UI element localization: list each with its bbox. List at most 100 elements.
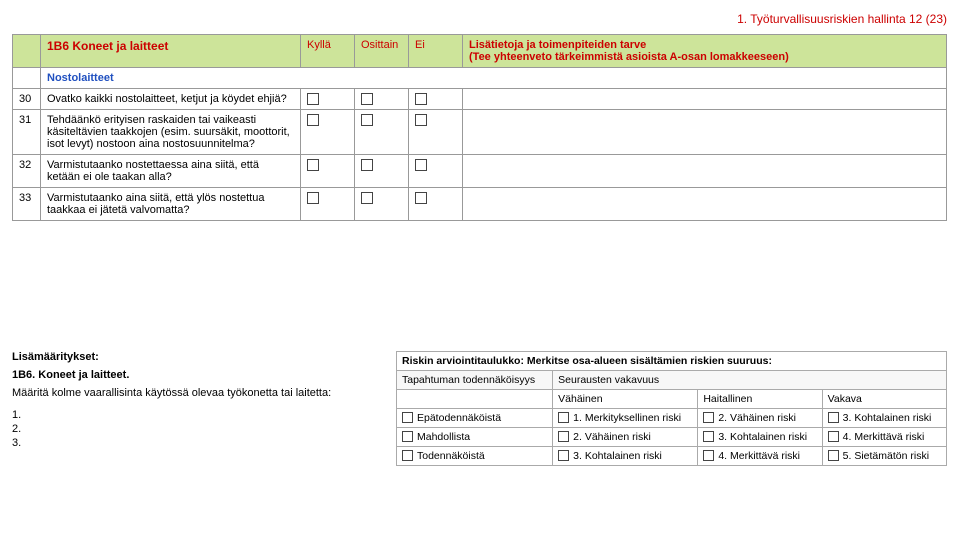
- main-table: 1B6 Koneet ja laitteet Kyllä Osittain Ei…: [12, 34, 947, 221]
- risk-title: Riskin arviointitaulukko: Merkitse osa-a…: [397, 352, 947, 371]
- checkbox-prob[interactable]: [402, 412, 413, 423]
- risk-cell: 2. Vähäinen riski: [553, 428, 698, 447]
- checkbox-risk[interactable]: [558, 412, 569, 423]
- checkbox-risk[interactable]: [703, 412, 714, 423]
- lower-section: Lisämääritykset: 1B6. Koneet ja laitteet…: [12, 351, 947, 466]
- row-question: Varmistutaanko nostettaessa aina siitä, …: [41, 155, 301, 188]
- row-info[interactable]: [463, 110, 947, 155]
- list-item-1[interactable]: 1.: [12, 409, 372, 421]
- blank-head: [397, 390, 553, 409]
- row-num: 31: [13, 110, 41, 155]
- subsection-title: Nostolaitteet: [41, 68, 947, 89]
- hdr-blank: [13, 35, 41, 68]
- sect-blank: [13, 68, 41, 89]
- checkbox-prob[interactable]: [402, 450, 413, 461]
- checkbox-no[interactable]: [415, 93, 427, 105]
- checkbox-risk[interactable]: [828, 431, 839, 442]
- prob-cell: Epätodennäköistä: [397, 409, 553, 428]
- risk-cell: 4. Merkittävä riski: [822, 428, 946, 447]
- additional-sub: 1B6. Koneet ja laitteet.: [12, 369, 372, 381]
- cb-partial-cell: [355, 110, 409, 155]
- lower-right: Riskin arviointitaulukko: Merkitse osa-a…: [396, 351, 947, 466]
- row-question: Ovatko kaikki nostolaitteet, ketjut ja k…: [41, 89, 301, 110]
- sev-label: Seurausten vakavuus: [553, 371, 947, 390]
- checkbox-partial[interactable]: [361, 114, 373, 126]
- row-info[interactable]: [463, 188, 947, 221]
- risk-text: 2. Vähäinen riski: [718, 412, 796, 424]
- cb-no-cell: [409, 155, 463, 188]
- row-info[interactable]: [463, 155, 947, 188]
- prob-text: Epätodennäköistä: [417, 412, 501, 424]
- checkbox-partial[interactable]: [361, 159, 373, 171]
- checkbox-risk[interactable]: [828, 450, 839, 461]
- spacer: [12, 221, 947, 331]
- risk-text: 2. Vähäinen riski: [573, 431, 651, 443]
- info-line2: (Tee yhteenveto tärkeimmistä asioista A-…: [469, 51, 940, 63]
- checkbox-no[interactable]: [415, 159, 427, 171]
- section-code: 1B6: [47, 39, 69, 53]
- prob-cell: Mahdollista: [397, 428, 553, 447]
- cb-partial-cell: [355, 155, 409, 188]
- cb-partial-cell: [355, 188, 409, 221]
- checkbox-partial[interactable]: [361, 192, 373, 204]
- col-partial: Osittain: [355, 35, 409, 68]
- risk-text: 5. Sietämätön riski: [843, 450, 929, 462]
- risk-cell: 3. Kohtalainen riski: [822, 409, 946, 428]
- lower-left: Lisämääritykset: 1B6. Koneet ja laitteet…: [12, 351, 372, 466]
- checkbox-no[interactable]: [415, 114, 427, 126]
- checkbox-risk[interactable]: [703, 450, 714, 461]
- checkbox-yes[interactable]: [307, 159, 319, 171]
- checkbox-prob[interactable]: [402, 431, 413, 442]
- risk-table: Riskin arviointitaulukko: Merkitse osa-a…: [396, 351, 947, 466]
- cb-yes-cell: [301, 89, 355, 110]
- row-info[interactable]: [463, 89, 947, 110]
- checkbox-yes[interactable]: [307, 93, 319, 105]
- checkbox-yes[interactable]: [307, 192, 319, 204]
- prob-label: Tapahtuman todennäköisyys: [397, 371, 553, 390]
- section-header: 1B6 Koneet ja laitteet: [41, 35, 301, 68]
- sev-col-1: Vähäinen: [553, 390, 698, 409]
- risk-text: 3. Kohtalainen riski: [843, 412, 932, 424]
- col-no: Ei: [409, 35, 463, 68]
- risk-text: 1. Merkityksellinen riski: [573, 412, 681, 424]
- question-row: 33 Varmistutaanko aina siitä, että ylös …: [13, 188, 947, 221]
- risk-text: 3. Kohtalainen riski: [718, 431, 807, 443]
- row-question: Tehdäänkö erityisen raskaiden tai vaikea…: [41, 110, 301, 155]
- checkbox-no[interactable]: [415, 192, 427, 204]
- risk-text: 4. Merkittävä riski: [718, 450, 800, 462]
- risk-cell: 2. Vähäinen riski: [698, 409, 822, 428]
- row-num: 32: [13, 155, 41, 188]
- checkbox-risk[interactable]: [558, 431, 569, 442]
- checkbox-risk[interactable]: [828, 412, 839, 423]
- section-title: Koneet ja laitteet: [72, 39, 168, 53]
- risk-row: Epätodennäköistä 1. Merkityksellinen ris…: [397, 409, 947, 428]
- sev-col-2: Haitallinen: [698, 390, 822, 409]
- page-header: 1. Työturvallisuusriskien hallinta 12 (2…: [12, 12, 947, 26]
- cb-no-cell: [409, 188, 463, 221]
- risk-cell: 3. Kohtalainen riski: [698, 428, 822, 447]
- checkbox-partial[interactable]: [361, 93, 373, 105]
- cb-no-cell: [409, 110, 463, 155]
- risk-row: Todennäköistä 3. Kohtalainen riski 4. Me…: [397, 447, 947, 466]
- cb-yes-cell: [301, 110, 355, 155]
- risk-text: 3. Kohtalainen riski: [573, 450, 662, 462]
- risk-cell: 1. Merkityksellinen riski: [553, 409, 698, 428]
- checkbox-yes[interactable]: [307, 114, 319, 126]
- checkbox-risk[interactable]: [558, 450, 569, 461]
- checkbox-risk[interactable]: [703, 431, 714, 442]
- info-line1: Lisätietoja ja toimenpiteiden tarve: [469, 39, 940, 51]
- cb-yes-cell: [301, 188, 355, 221]
- list-item-2[interactable]: 2.: [12, 423, 372, 435]
- col-yes: Kyllä: [301, 35, 355, 68]
- risk-cell: 4. Merkittävä riski: [698, 447, 822, 466]
- risk-cell: 5. Sietämätön riski: [822, 447, 946, 466]
- cb-partial-cell: [355, 89, 409, 110]
- prob-text: Todennäköistä: [417, 450, 485, 462]
- additional-instr: Määritä kolme vaarallisinta käytössä ole…: [12, 387, 372, 399]
- risk-row: Mahdollista 2. Vähäinen riski 3. Kohtala…: [397, 428, 947, 447]
- list-item-3[interactable]: 3.: [12, 437, 372, 449]
- risk-text: 4. Merkittävä riski: [843, 431, 925, 443]
- col-info: Lisätietoja ja toimenpiteiden tarve (Tee…: [463, 35, 947, 68]
- question-row: 30 Ovatko kaikki nostolaitteet, ketjut j…: [13, 89, 947, 110]
- prob-text: Mahdollista: [417, 431, 470, 443]
